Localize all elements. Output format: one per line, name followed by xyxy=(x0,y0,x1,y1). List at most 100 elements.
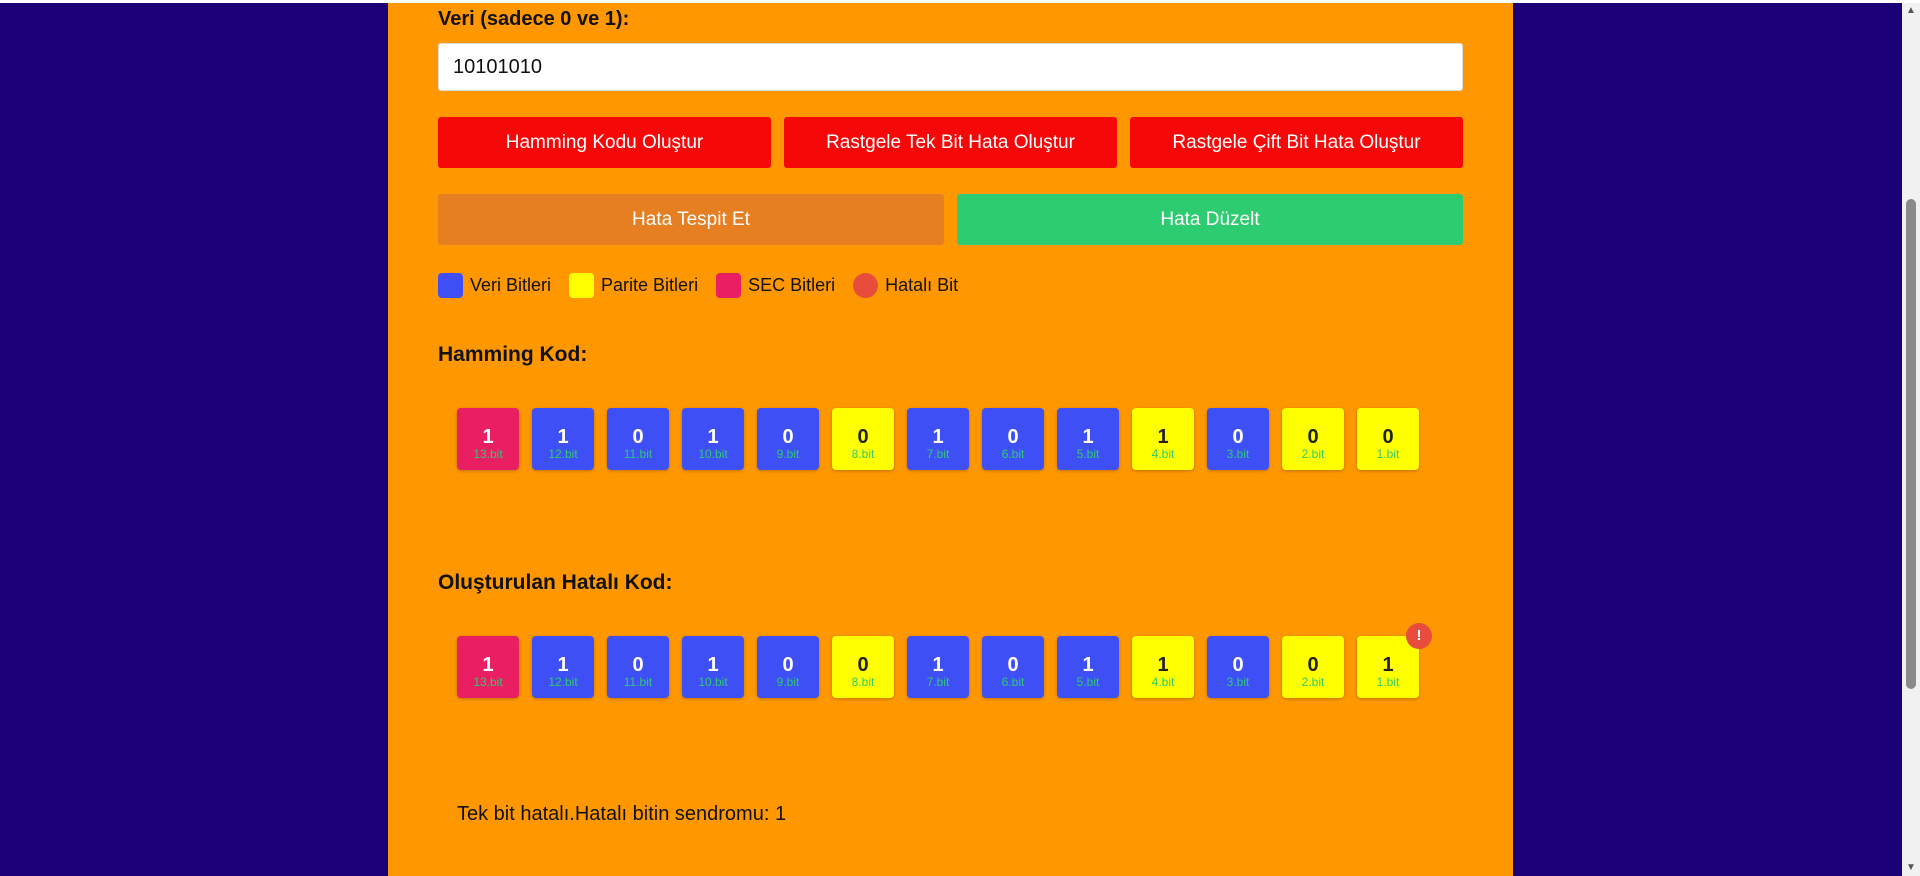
data-input-label: Veri (sadece 0 ve 1): xyxy=(438,8,630,30)
bit-value: 1 xyxy=(1382,654,1394,676)
bit-position: 4.bit xyxy=(1151,675,1175,689)
bit-value: 1 xyxy=(707,426,719,448)
bit-value: 1 xyxy=(482,426,494,448)
bit-value: 1 xyxy=(1082,654,1094,676)
legend-item-sec: SEC Bitleri xyxy=(716,272,836,298)
error-code-bit-3-bit: 0 3.bit xyxy=(1207,636,1269,698)
correct-error-button[interactable]: Hata Düzelt xyxy=(957,194,1463,245)
vertical-scrollbar[interactable]: ▲ ▼ xyxy=(1902,3,1920,876)
bit-value: 0 xyxy=(1007,654,1019,676)
bit-position: 12.bit xyxy=(548,447,578,461)
error-code-bit-2-bit: 0 2.bit xyxy=(1282,636,1344,698)
bit-value: 0 xyxy=(1307,426,1319,448)
hamming-bit-12-bit: 1 12.bit xyxy=(532,408,594,470)
legend-label-parity: Parite Bitleri xyxy=(601,274,699,295)
bit-position: 6.bit xyxy=(1001,447,1025,461)
bit-position: 5.bit xyxy=(1076,447,1100,461)
hamming-bit-4-bit: 1 4.bit xyxy=(1132,408,1194,470)
bit-position: 2.bit xyxy=(1301,675,1325,689)
error-code-bit-7-bit: 1 7.bit xyxy=(907,636,969,698)
bit-legend: Veri Bitleri Parite Bitleri SEC Bitleri … xyxy=(438,272,976,298)
error-code-bit-10-bit: 1 10.bit xyxy=(682,636,744,698)
hamming-bit-6-bit: 0 6.bit xyxy=(982,408,1044,470)
random-double-error-button[interactable]: Rastgele Çift Bit Hata Oluştur xyxy=(1130,117,1463,168)
legend-item-parity: Parite Bitleri xyxy=(569,272,699,298)
hamming-code-bits: 1 13.bit 1 12.bit 0 11.bit 1 10.bit 0 9.bit 0 8.bit… xyxy=(457,408,1457,470)
hamming-bit-7-bit: 1 7.bit xyxy=(907,408,969,470)
error-code-bit-11-bit: 0 11.bit xyxy=(607,636,669,698)
legend-item-data: Veri Bitleri xyxy=(438,272,552,298)
bit-value: 1 xyxy=(557,426,569,448)
data-input[interactable] xyxy=(438,43,1463,91)
bit-value: 1 xyxy=(1157,654,1169,676)
hamming-bit-11-bit: 0 11.bit xyxy=(607,408,669,470)
bit-position: 11.bit xyxy=(623,447,653,461)
bit-value: 0 xyxy=(782,426,794,448)
bit-position: 11.bit xyxy=(623,675,653,689)
bit-value: 0 xyxy=(1382,426,1394,448)
hamming-code-title: Hamming Kod: xyxy=(438,343,588,366)
hamming-bit-9-bit: 0 9.bit xyxy=(757,408,819,470)
data-bit-swatch xyxy=(438,272,463,298)
error-code-bit-9-bit: 0 9.bit xyxy=(757,636,819,698)
bit-position: 9.bit xyxy=(776,675,800,689)
error-alert-icon: ! xyxy=(1406,623,1432,649)
bit-value: 0 xyxy=(782,654,794,676)
hamming-bit-8-bit: 0 8.bit xyxy=(832,408,894,470)
error-code-bit-4-bit: 1 4.bit xyxy=(1132,636,1194,698)
bit-value: 0 xyxy=(857,426,869,448)
bit-value: 0 xyxy=(632,426,644,448)
scroll-up-icon[interactable]: ▲ xyxy=(1902,3,1920,19)
error-bit-swatch xyxy=(853,272,879,298)
hamming-bit-5-bit: 1 5.bit xyxy=(1057,408,1119,470)
bit-value: 0 xyxy=(1307,654,1319,676)
bit-value: 0 xyxy=(1232,654,1244,676)
bit-position: 4.bit xyxy=(1151,447,1175,461)
bit-position: 9.bit xyxy=(776,447,800,461)
scrollbar-thumb[interactable] xyxy=(1906,199,1916,689)
bit-position: 7.bit xyxy=(926,447,950,461)
legend-item-error: Hatalı Bit xyxy=(853,272,959,298)
legend-label-error: Hatalı Bit xyxy=(885,274,959,295)
error-code-bits: 1 13.bit 1 12.bit 0 11.bit 1 10.bit 0 9.bit 0 8.bit… xyxy=(457,623,1457,698)
bit-position: 8.bit xyxy=(851,675,875,689)
generate-hamming-button[interactable]: Hamming Kodu Oluştur xyxy=(438,117,771,168)
legend-label-data: Veri Bitleri xyxy=(470,274,552,295)
bit-position: 3.bit xyxy=(1226,447,1250,461)
bit-value: 1 xyxy=(557,654,569,676)
parity-bit-swatch xyxy=(569,272,595,298)
error-code-bit-5-bit: 1 5.bit xyxy=(1057,636,1119,698)
bit-value: 1 xyxy=(707,654,719,676)
error-code-bit-13-bit: 1 13.bit xyxy=(457,636,519,698)
bit-position: 1.bit xyxy=(1376,675,1400,689)
bit-value: 1 xyxy=(932,426,944,448)
bit-value: 0 xyxy=(1232,426,1244,448)
bit-position: 10.bit xyxy=(698,675,728,689)
bit-position: 1.bit xyxy=(1376,447,1400,461)
detect-error-button[interactable]: Hata Tespit Et xyxy=(438,194,944,245)
hamming-bit-1-bit: 0 1.bit xyxy=(1357,408,1419,470)
bit-value: 0 xyxy=(857,654,869,676)
bit-position: 3.bit xyxy=(1226,675,1250,689)
bit-position: 6.bit xyxy=(1001,675,1025,689)
error-code-title: Oluşturulan Hatalı Kod: xyxy=(438,571,673,594)
bit-position: 10.bit xyxy=(698,447,728,461)
bit-position: 7.bit xyxy=(926,675,950,689)
syndrome-result: Tek bit hatalı.Hatalı bitin sendromu: 1 xyxy=(457,803,787,825)
error-code-bit-6-bit: 0 6.bit xyxy=(982,636,1044,698)
hamming-bit-2-bit: 0 2.bit xyxy=(1282,408,1344,470)
hamming-bit-10-bit: 1 10.bit xyxy=(682,408,744,470)
bit-value: 1 xyxy=(482,654,494,676)
error-code-bit-12-bit: 1 12.bit xyxy=(532,636,594,698)
bit-value: 1 xyxy=(1082,426,1094,448)
random-single-error-button[interactable]: Rastgele Tek Bit Hata Oluştur xyxy=(784,117,1117,168)
legend-label-sec: SEC Bitleri xyxy=(748,274,836,295)
bit-position: 12.bit xyxy=(548,675,578,689)
bit-position: 2.bit xyxy=(1301,447,1325,461)
bit-value: 0 xyxy=(1007,426,1019,448)
sec-bit-swatch xyxy=(716,272,742,298)
scroll-down-icon[interactable]: ▼ xyxy=(1902,860,1920,876)
bit-value: 1 xyxy=(932,654,944,676)
bit-position: 5.bit xyxy=(1076,675,1100,689)
bit-position: 13.bit xyxy=(473,675,503,689)
